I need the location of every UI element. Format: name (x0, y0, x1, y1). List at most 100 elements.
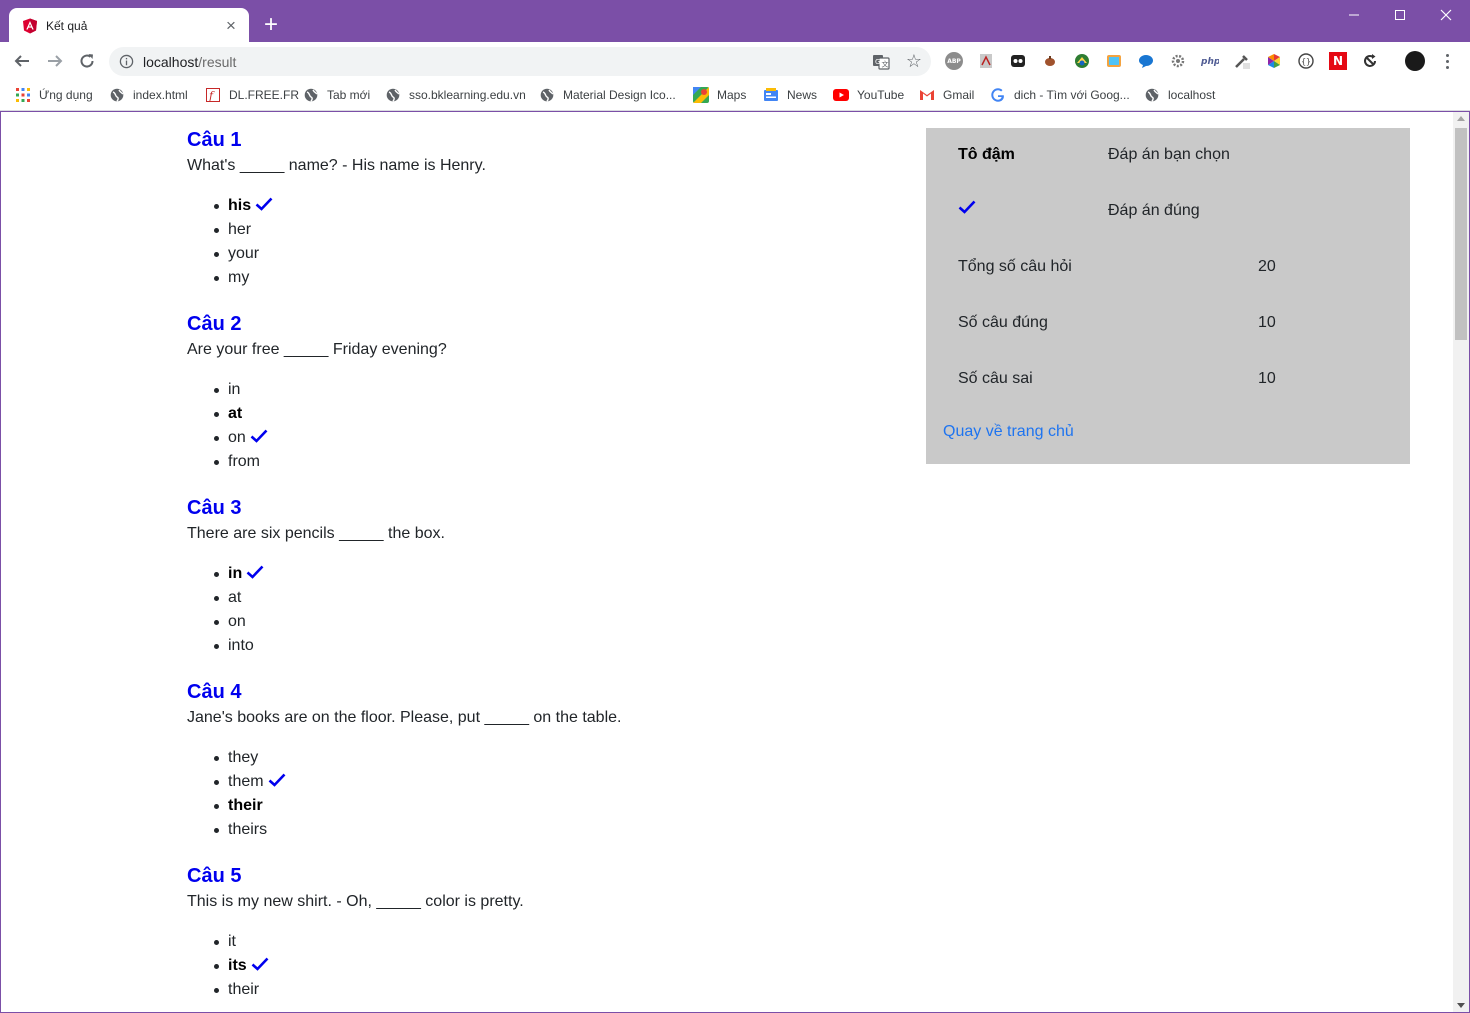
option-label: it (228, 933, 236, 950)
option-label: in (228, 381, 241, 398)
youtube-icon (833, 87, 849, 103)
bookmark-sso[interactable]: sso.bklearning.edu.vn (385, 85, 526, 105)
avatar-icon[interactable] (1405, 51, 1425, 71)
bookmark-label: localhost (1168, 88, 1216, 102)
bookmark-label: DL.FREE.FR (229, 88, 300, 102)
maps-icon (693, 87, 709, 103)
new-tab-button[interactable]: + (258, 12, 284, 38)
tab-close-icon[interactable]: × (223, 17, 239, 34)
url-text[interactable]: localhost/result (143, 54, 236, 70)
option-label: his (228, 197, 252, 214)
menu-icon[interactable] (1439, 51, 1455, 71)
bookmark-dlfree[interactable]: f DL.FREE.FR (205, 85, 299, 105)
total-value: 20 (1258, 258, 1276, 275)
question-title: Câu 1 (187, 129, 242, 151)
bookmark-maps[interactable]: Maps (693, 85, 746, 105)
option: into (214, 636, 887, 660)
bookmark-dich[interactable]: dich - Tìm với Goog... (990, 85, 1130, 105)
ext-acorn-icon[interactable] (1041, 52, 1059, 70)
apps-grid-icon (15, 87, 31, 103)
option-chosen: its (214, 956, 887, 980)
title-bar: Kết quả × + (0, 0, 1470, 43)
chat-bubble-icon[interactable] (1137, 52, 1155, 70)
option-label: at (228, 405, 243, 422)
option: her (214, 220, 887, 244)
eyedropper-icon[interactable] (1233, 52, 1251, 70)
scroll-down-arrow-icon[interactable] (1457, 1003, 1465, 1008)
minimize-button[interactable] (1331, 0, 1377, 30)
globe-icon (1144, 87, 1160, 103)
wrong-label: Số câu sai (958, 370, 1033, 387)
page-viewport: Câu 1 What's _____ name? - His name is H… (1, 112, 1453, 1012)
browser-tab[interactable]: Kết quả × (9, 8, 249, 43)
reload-icon (80, 54, 94, 68)
option-label: in (228, 565, 243, 582)
browser-toolbar: localhost/result G文 ☆ ABP php {} N (0, 42, 1470, 80)
question-text: Jane's books are on the floor. Please, p… (187, 709, 622, 726)
tab-title: Kết quả (46, 18, 88, 33)
window-close-button[interactable] (1423, 0, 1469, 30)
translate-icon[interactable]: G文 (872, 53, 890, 71)
question-title: Câu 5 (187, 865, 242, 887)
option-chosen: at (214, 404, 887, 428)
option-label: her (228, 221, 252, 238)
bookmark-label: Material Design Ico... (563, 88, 676, 102)
correct-row: Số câu đúng 10 (958, 311, 1394, 335)
ext-gear-icon[interactable] (1169, 52, 1187, 70)
option-chosen: their (214, 796, 887, 820)
check-icon (251, 957, 269, 971)
bookmark-localhost[interactable]: localhost (1144, 85, 1215, 105)
php-icon[interactable]: php (1201, 52, 1219, 70)
legend-bold-desc: Đáp án bạn chọn (1108, 146, 1230, 163)
scroll-up-arrow-icon[interactable] (1457, 116, 1465, 121)
info-icon[interactable] (119, 54, 134, 69)
star-icon[interactable]: ☆ (904, 51, 924, 71)
globe-icon (539, 87, 555, 103)
gmail-icon (919, 87, 935, 103)
reload-button[interactable] (73, 47, 101, 75)
legend-check-row: Đáp án đúng (958, 199, 1394, 223)
check-icon (958, 200, 976, 214)
address-bar[interactable]: localhost/result G文 ☆ (109, 47, 931, 76)
bookmark-gmail[interactable]: Gmail (919, 85, 974, 105)
adblock-icon[interactable]: ABP (945, 52, 963, 70)
question-text: Are your free _____ Friday evening? (187, 341, 447, 358)
bookmark-label: News (787, 88, 818, 102)
bookmark-news[interactable]: News (763, 85, 817, 105)
ext-code-icon[interactable]: {} (1297, 52, 1315, 70)
bookmark-youtube[interactable]: YouTube (833, 85, 904, 105)
page-scrollbar[interactable] (1453, 112, 1469, 1012)
bookmark-apps[interactable]: Ứng dụng (15, 85, 93, 105)
check-icon (250, 429, 268, 443)
color-wheel-icon[interactable] (1265, 52, 1283, 70)
pdf-icon[interactable] (977, 52, 995, 70)
legend-check-desc: Đáp án đúng (1108, 202, 1200, 219)
forward-button[interactable] (41, 47, 69, 75)
url-host: localhost (143, 54, 199, 70)
ext-n-icon[interactable]: N (1329, 52, 1347, 70)
check-icon (246, 565, 264, 579)
minimize-icon (1349, 14, 1359, 16)
back-button[interactable] (8, 47, 36, 75)
ext-picture-icon[interactable] (1105, 52, 1123, 70)
bookmark-material[interactable]: Material Design Ico... (539, 85, 676, 105)
google-icon (990, 87, 1006, 103)
ext-green-icon[interactable] (1073, 52, 1091, 70)
ext-sync-icon[interactable] (1361, 52, 1379, 70)
maximize-button[interactable] (1377, 0, 1423, 30)
bookmark-index[interactable]: index.html (109, 85, 188, 105)
svg-text:G: G (875, 58, 880, 66)
total-row: Tổng số câu hỏi 20 (958, 255, 1394, 279)
globe-icon (303, 87, 319, 103)
question-title: Câu 4 (187, 681, 242, 703)
bookmark-newtab[interactable]: Tab mới (303, 85, 370, 105)
scroll-thumb[interactable] (1455, 128, 1467, 340)
home-link[interactable]: Quay về trang chủ (943, 423, 1074, 441)
bookmarks-bar: Ứng dụng index.html f DL.FREE.FR Tab mới… (0, 80, 1470, 111)
svg-text:文: 文 (882, 60, 889, 69)
option: theirs (214, 820, 887, 844)
option-correct: on (214, 428, 887, 452)
wrong-value: 10 (1258, 370, 1276, 387)
ext-dark-icon[interactable] (1009, 52, 1027, 70)
bookmark-label: Gmail (943, 88, 975, 102)
